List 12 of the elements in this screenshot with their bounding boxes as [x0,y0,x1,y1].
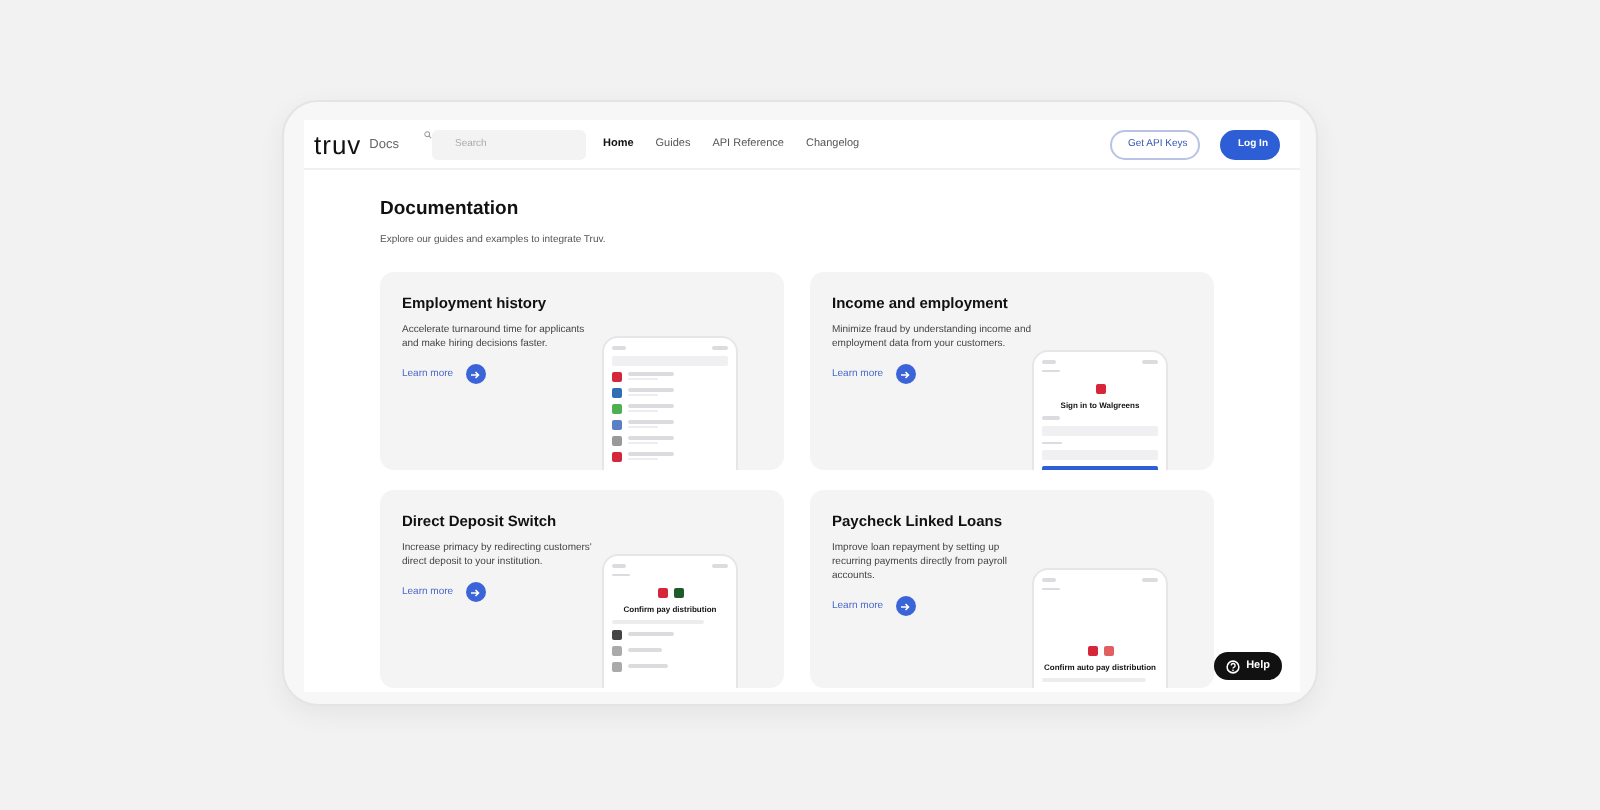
arrow-button[interactable] [465,582,486,602]
page-title: Documentation [380,198,521,220]
arrow-button[interactable] [465,364,486,384]
arrow-button[interactable] [895,596,916,616]
arrow-button[interactable] [895,364,916,384]
arrow-icon [470,369,481,379]
help-icon [1226,659,1241,673]
logo[interactable]: truv [314,129,362,159]
search-icon [424,129,433,139]
arrow-icon [900,369,911,379]
arrow-icon [900,601,911,611]
arrow-icon [470,587,481,597]
